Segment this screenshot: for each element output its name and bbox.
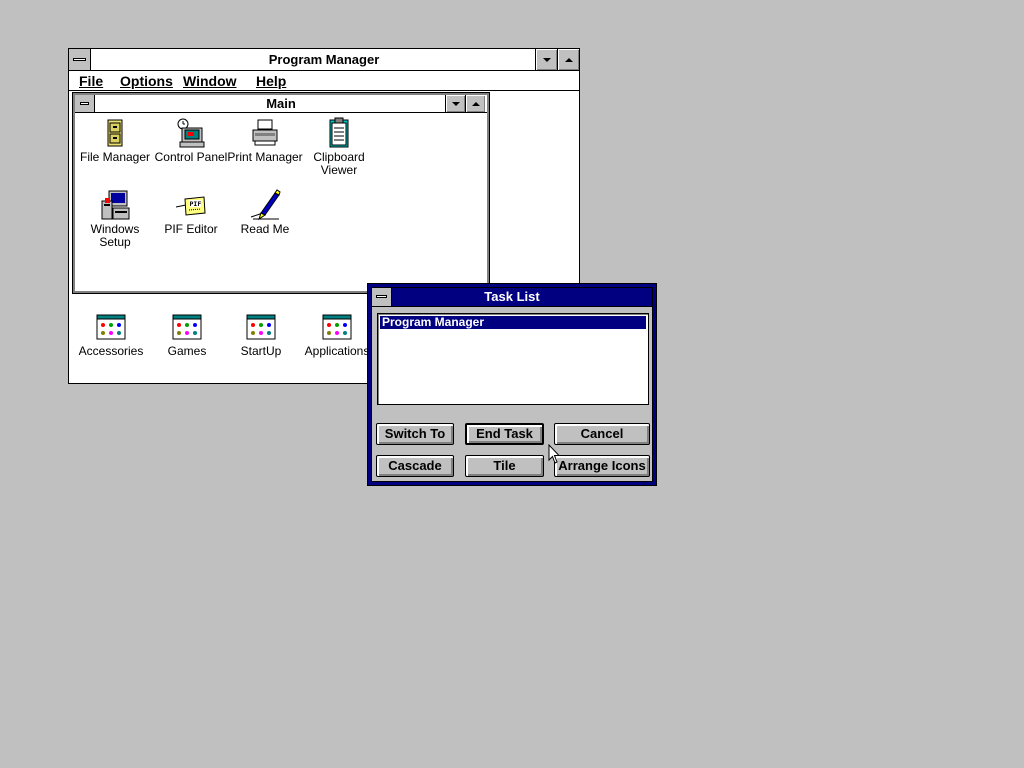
cascade-button[interactable]: Cascade xyxy=(376,455,454,477)
task-listbox[interactable]: Program Manager xyxy=(377,313,649,405)
control-menu-icon xyxy=(80,101,89,105)
maximize-button[interactable] xyxy=(557,49,579,71)
program-group-icon xyxy=(322,314,352,340)
menu-file[interactable]: File xyxy=(79,71,103,91)
icon-label: Print Manager xyxy=(227,150,303,164)
read-me-icon xyxy=(250,189,281,221)
group-label: Accessories xyxy=(78,344,144,358)
menu-window[interactable]: Window xyxy=(183,71,237,91)
cancel-button[interactable]: Cancel xyxy=(554,423,650,445)
menu-options[interactable]: Options xyxy=(120,71,173,91)
task-list-body: Task List Program Manager Switch To End … xyxy=(371,287,653,482)
program-group-icon xyxy=(246,314,276,340)
program-group-icon xyxy=(96,314,126,340)
control-panel-item[interactable]: Control Panel xyxy=(153,117,229,164)
minimize-icon xyxy=(451,101,460,106)
read-me-item[interactable]: Read Me xyxy=(227,189,303,236)
svg-text:PIF: PIF xyxy=(190,200,202,208)
windows-setup-icon xyxy=(101,190,130,220)
task-list-item-selected[interactable]: Program Manager xyxy=(380,316,646,329)
main-maximize-button[interactable] xyxy=(465,95,485,113)
icon-label: Setup xyxy=(99,235,131,249)
icon-label: File Manager xyxy=(79,150,151,164)
accessories-group[interactable]: Accessories xyxy=(73,311,149,358)
program-manager-menubar: File Options Window Help xyxy=(69,71,579,91)
main-group-window[interactable]: Main File Manager Control Panel Print Ma… xyxy=(72,92,490,294)
tile-button[interactable]: Tile xyxy=(465,455,544,477)
main-minimize-button[interactable] xyxy=(445,95,465,113)
icon-label: Viewer xyxy=(320,163,358,177)
file-manager-icon xyxy=(107,119,123,147)
group-label: Games xyxy=(167,344,207,358)
maximize-icon xyxy=(471,101,480,106)
minimize-icon xyxy=(542,57,551,62)
main-group-titlebar[interactable]: Main xyxy=(75,95,487,113)
menu-help[interactable]: Help xyxy=(256,71,286,91)
clipboard-viewer-icon xyxy=(329,117,349,148)
end-task-button[interactable]: End Task xyxy=(465,423,544,445)
minimize-button[interactable] xyxy=(535,49,557,71)
arrange-icons-button[interactable]: Arrange Icons xyxy=(554,455,650,477)
pif-editor-item[interactable]: PIF PIF Editor xyxy=(153,189,229,236)
task-list-title: Task List xyxy=(484,289,540,304)
control-panel-icon xyxy=(177,118,205,148)
print-manager-item[interactable]: Print Manager xyxy=(227,117,303,164)
maximize-icon xyxy=(564,57,573,62)
program-manager-titlebar[interactable]: Program Manager xyxy=(69,49,579,71)
windows-setup-item[interactable]: Windows Setup xyxy=(77,189,153,249)
control-menu-icon xyxy=(73,57,86,61)
main-group-title: Main xyxy=(266,96,296,111)
program-manager-control-menu-box[interactable] xyxy=(69,49,91,71)
program-group-icon xyxy=(172,314,202,340)
startup-group[interactable]: StartUp xyxy=(223,311,299,358)
group-label: StartUp xyxy=(240,344,282,358)
icon-label: PIF Editor xyxy=(164,222,218,236)
pif-editor-icon: PIF xyxy=(175,196,206,216)
task-list-dialog[interactable]: Task List Program Manager Switch To End … xyxy=(367,283,657,486)
task-list-titlebar[interactable]: Task List xyxy=(372,288,652,307)
icon-label: Control Panel xyxy=(154,150,228,164)
task-list-control-menu-box[interactable] xyxy=(372,288,392,307)
print-manager-icon xyxy=(252,119,278,146)
control-menu-icon xyxy=(376,295,387,298)
file-manager-item[interactable]: File Manager xyxy=(77,117,153,164)
switch-to-button[interactable]: Switch To xyxy=(376,423,454,445)
clipboard-viewer-item[interactable]: Clipboard Viewer xyxy=(301,117,377,177)
main-group-control-menu-box[interactable] xyxy=(75,95,95,113)
games-group[interactable]: Games xyxy=(149,311,225,358)
mouse-cursor-icon xyxy=(548,444,561,464)
program-manager-title: Program Manager xyxy=(268,52,380,67)
applications-group[interactable]: Applications xyxy=(299,311,375,358)
group-label: Applications xyxy=(304,344,370,358)
icon-label: Read Me xyxy=(240,222,290,236)
